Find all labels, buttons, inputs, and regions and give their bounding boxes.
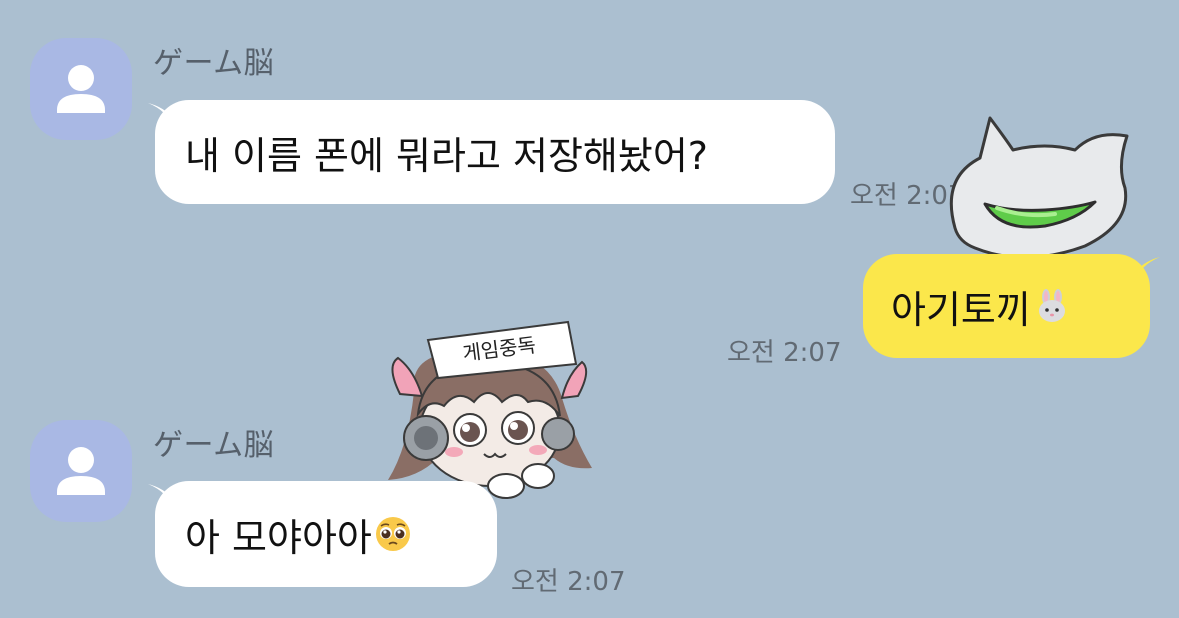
sender-name: ゲーム脳 [153,46,275,81]
person-icon [57,447,105,495]
bubble-tail [1134,257,1160,283]
message-time: 오전 2:07 [511,567,626,597]
game-addict-girl-sticker[interactable]: 게임중독 [378,318,608,508]
message-time: 오전 2:07 [727,338,842,368]
pleading-face-emoji [375,517,410,551]
person-icon [57,65,105,113]
rabbit-face-emoji [1038,289,1065,322]
message-text: 아기토끼 [891,287,1031,332]
sender-name: ゲーム脳 [153,428,275,463]
message-bubble[interactable]: 내 이름 폰에 뭐라고 저장해놨어? [155,100,835,204]
avatar[interactable] [30,38,132,140]
avatar[interactable] [30,420,132,522]
message-text: 아 모야아아 [185,515,372,560]
message-bubble[interactable]: 아기토끼 [863,254,1150,358]
message-bubble[interactable]: 아 모야아아 [155,481,497,587]
cat-ears-helmet-sticker[interactable] [935,108,1135,268]
message-text: 내 이름 폰에 뭐라고 저장해놨어? [185,133,708,178]
